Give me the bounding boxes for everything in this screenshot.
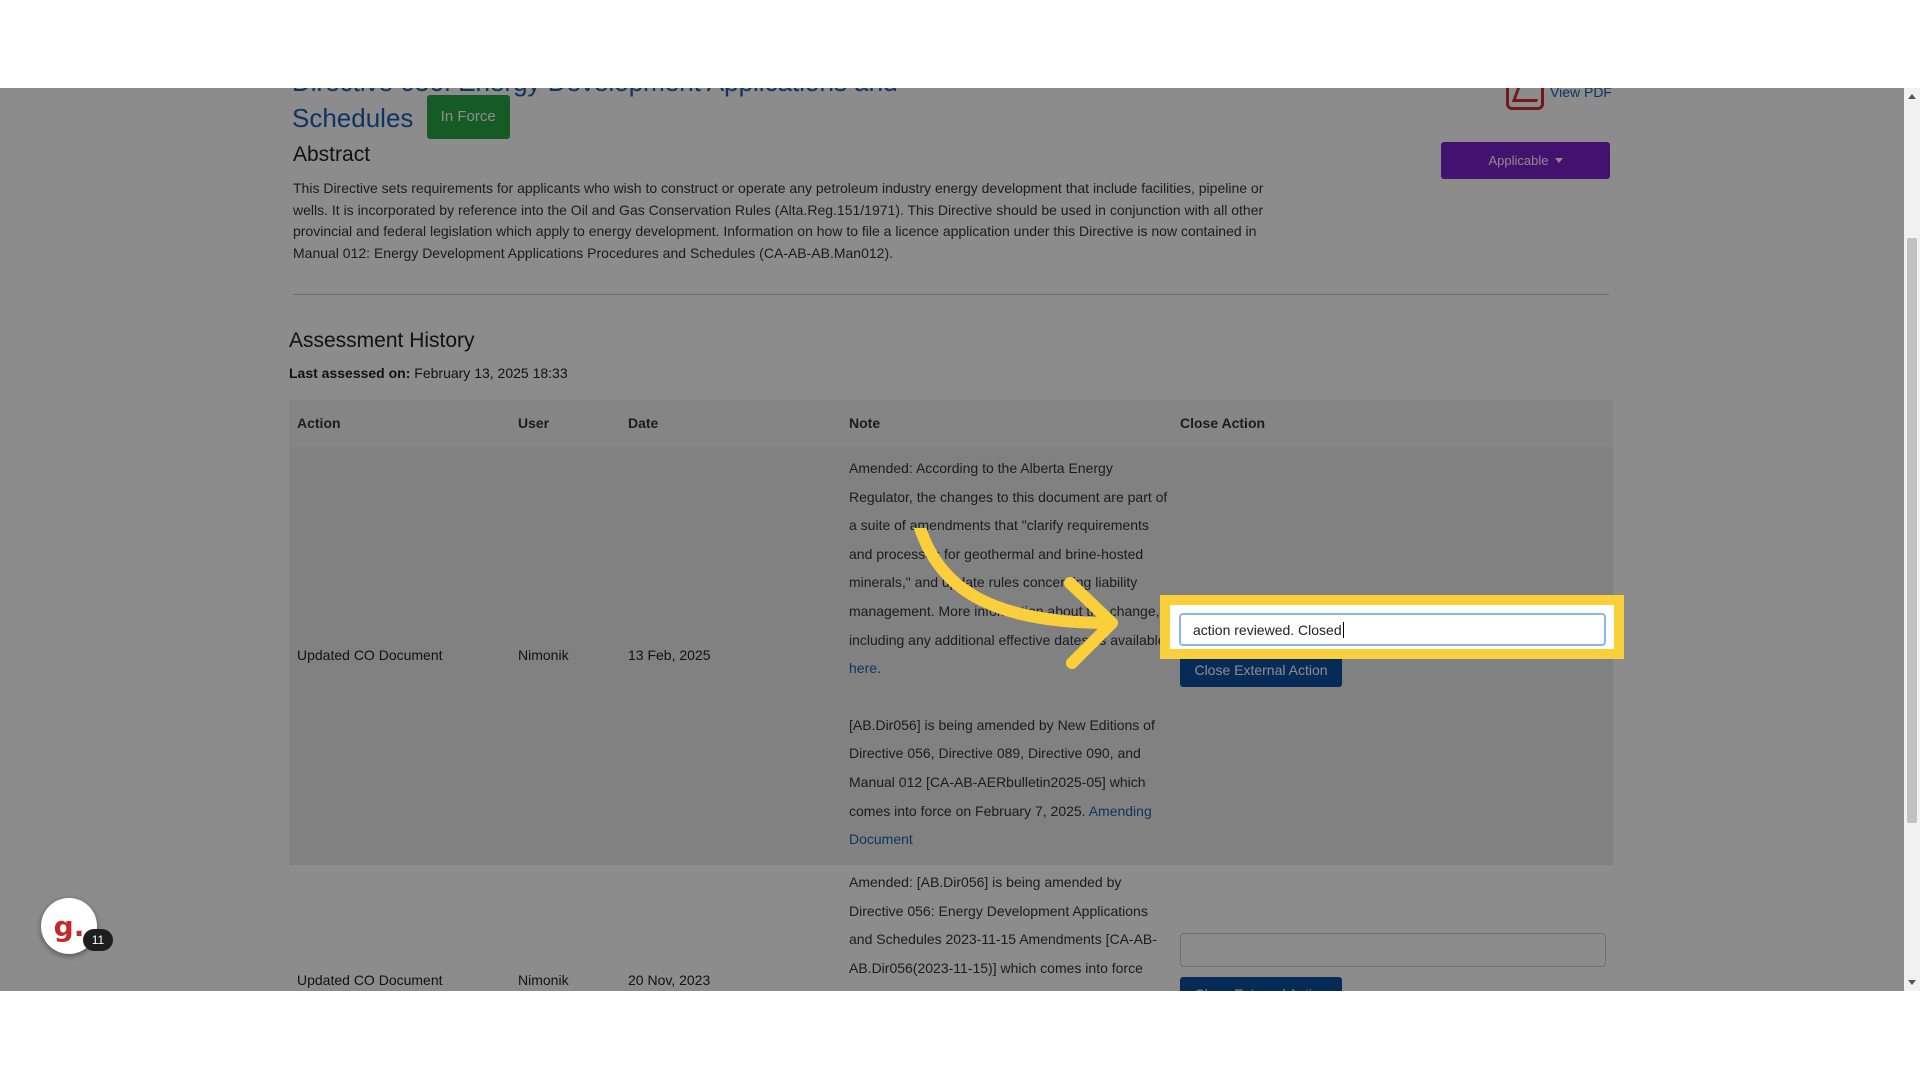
scroll-down-arrow-icon[interactable]: [1908, 980, 1916, 985]
row-action: Updated CO Document: [297, 647, 443, 663]
view-pdf-link[interactable]: View PDF: [1506, 88, 1612, 110]
close-action-input-active[interactable]: action reviewed. Closed: [1179, 613, 1606, 646]
abstract-heading: Abstract: [293, 143, 371, 166]
vertical-scrollbar[interactable]: [1904, 88, 1920, 991]
browser-viewport: Directive 056: Energy Development Applic…: [0, 88, 1920, 991]
scrollbar-thumb[interactable]: [1907, 238, 1917, 823]
abstract-text: This Directive sets requirements for app…: [293, 180, 1264, 261]
table-header: Action User Date Note Close Action: [289, 400, 1613, 447]
scroll-up-arrow-icon[interactable]: [1908, 94, 1916, 99]
note-text: Amended: [AB.Dir056] is being amended by…: [849, 874, 1157, 976]
note-link-here[interactable]: here: [849, 660, 877, 676]
row-action: Updated CO Document: [297, 972, 443, 988]
close-action-input-value: action reviewed. Closed: [1193, 621, 1342, 638]
document-title-line2: Schedules: [292, 102, 414, 133]
column-header-date: Date: [628, 415, 659, 431]
divider: [293, 294, 1609, 295]
pointer-arrow-icon: [914, 528, 1118, 669]
text-cursor: [1342, 621, 1344, 638]
column-header-user: User: [518, 415, 550, 431]
column-header-close-action: Close Action: [1180, 415, 1266, 431]
bottom-whitespace: [0, 991, 1920, 1080]
pdf-icon: [1506, 88, 1544, 110]
row-user: Nimonik: [518, 647, 569, 663]
view-pdf-label: View PDF: [1550, 88, 1612, 100]
close-action-input[interactable]: [1180, 933, 1606, 967]
document-title: Directive 056: Energy Development Applic…: [292, 88, 898, 142]
row-date: 13 Feb, 2025: [628, 647, 711, 663]
document-title-line1: Directive 056: Energy Development Applic…: [292, 88, 898, 98]
column-header-action: Action: [297, 415, 341, 431]
caret-down-icon: [1554, 158, 1563, 163]
top-whitespace: [0, 0, 1920, 88]
last-assessed-label: Last assessed on:: [289, 365, 411, 381]
applicable-dropdown-button[interactable]: Applicable: [1441, 142, 1610, 179]
last-assessed-value: February 13, 2025 18:33: [414, 365, 568, 381]
row-user: Nimonik: [518, 972, 569, 988]
status-badge: In Force: [426, 95, 510, 139]
close-external-action-button[interactable]: Close External Action: [1180, 977, 1342, 991]
table-row: Updated CO Document Nimonik 20 Nov, 2023…: [289, 865, 1613, 991]
applicable-label: Applicable: [1488, 153, 1549, 168]
row-note: Amended: [AB.Dir056] is being amended by…: [849, 868, 1169, 991]
notification-count-badge: 11: [83, 929, 113, 951]
row-date: 20 Nov, 2023: [628, 972, 711, 988]
column-header-note: Note: [849, 415, 881, 431]
assessment-history-table: Action User Date Note Close Action Updat…: [289, 400, 1613, 991]
assessment-history-heading: Assessment History: [289, 329, 475, 352]
last-assessed: Last assessed on: February 13, 2025 18:3…: [289, 365, 568, 381]
